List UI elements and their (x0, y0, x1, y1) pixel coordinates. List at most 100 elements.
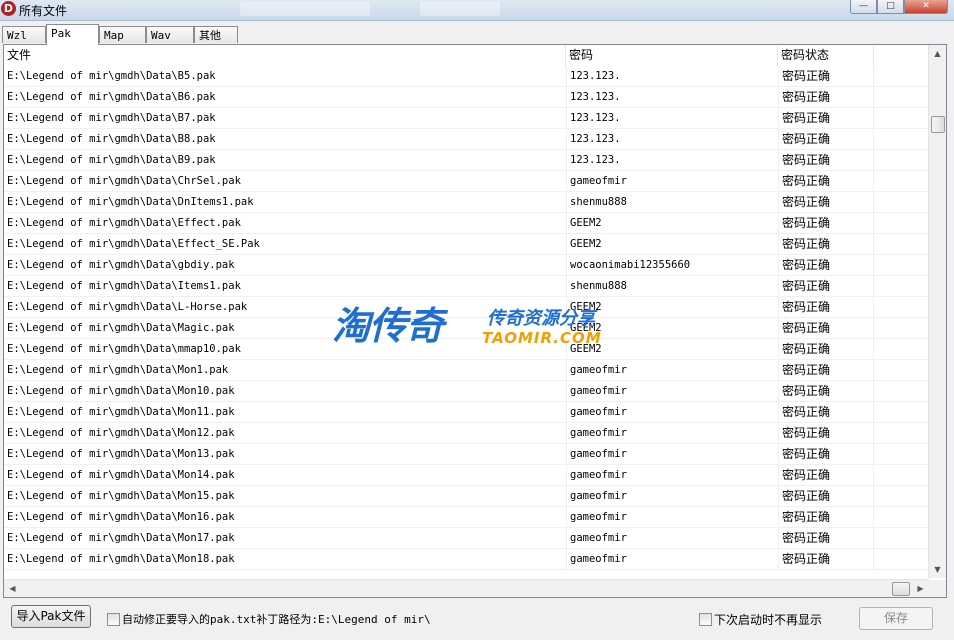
table-row[interactable]: E:\Legend of mir\gmdh\Data\B6.pak 123.123… (4, 87, 929, 108)
scroll-down-icon[interactable]: ▼ (929, 561, 946, 578)
auto-fix-checkbox[interactable] (107, 613, 120, 626)
table-row[interactable]: E:\Legend of mir\gmdh\Data\Mon14.pak game… (4, 465, 929, 486)
no-show-label[interactable]: 下次启动时不再显示 (714, 611, 822, 628)
file-path-cell: E:\Legend of mir\gmdh\Data\gbdiy.pak (7, 259, 235, 271)
file-path-cell: E:\Legend of mir\gmdh\Data\Mon18.pak (7, 553, 235, 565)
footer-bar: 导入Pak文件 自动修正要导入的pak.txt补丁路径为:E:\Legend o… (0, 600, 954, 640)
file-path-cell: E:\Legend of mir\gmdh\Data\Effect_SE.Pak (7, 238, 260, 250)
file-path-cell: E:\Legend of mir\gmdh\Data\B9.pak (7, 154, 216, 166)
password-status-cell: 密码正确 (778, 444, 874, 465)
table-row[interactable]: E:\Legend of mir\gmdh\Data\Effect_SE.Pak… (4, 234, 929, 255)
tab-map[interactable]: Map (99, 26, 146, 43)
password-status-cell: 密码正确 (778, 234, 874, 255)
window-title: 所有文件 (19, 4, 68, 18)
table-row[interactable]: E:\Legend of mir\gmdh\Data\Mon18.pak game… (4, 549, 929, 570)
file-path-cell: E:\Legend of mir\gmdh\Data\Mon14.pak (7, 469, 235, 481)
table-row[interactable]: E:\Legend of mir\gmdh\Data\DnItems1.pak s… (4, 192, 929, 213)
password-cell: 123.123. (566, 87, 778, 108)
title-bar: D 所有文件 — □ ✕ (0, 0, 954, 21)
file-path-cell: E:\Legend of mir\gmdh\Data\Mon12.pak (7, 427, 235, 439)
password-cell: gameofmir (566, 465, 778, 486)
table-row[interactable]: E:\Legend of mir\gmdh\Data\B7.pak 123.123… (4, 108, 929, 129)
save-button[interactable]: 保存 (859, 607, 933, 630)
password-cell: gameofmir (566, 423, 778, 444)
table-row[interactable]: E:\Legend of mir\gmdh\Data\B8.pak 123.123… (4, 129, 929, 150)
password-status-cell: 密码正确 (778, 549, 874, 570)
password-status-cell: 密码正确 (778, 318, 874, 339)
file-path-cell: E:\Legend of mir\gmdh\Data\Mon15.pak (7, 490, 235, 502)
vertical-scrollbar[interactable]: ▲ ▼ (928, 45, 946, 578)
table-row[interactable]: E:\Legend of mir\gmdh\Data\Mon15.pak game… (4, 486, 929, 507)
table-row[interactable]: E:\Legend of mir\gmdh\Data\B5.pak 123.123… (4, 66, 929, 87)
password-status-cell: 密码正确 (778, 297, 874, 318)
file-path-cell: E:\Legend of mir\gmdh\Data\Mon13.pak (7, 448, 235, 460)
file-path-cell: E:\Legend of mir\gmdh\Data\Mon16.pak (7, 511, 235, 523)
vertical-scroll-thumb[interactable] (931, 116, 945, 133)
import-pak-button[interactable]: 导入Pak文件 (11, 605, 91, 628)
password-status-cell: 密码正确 (778, 507, 874, 528)
table-row[interactable]: E:\Legend of mir\gmdh\Data\Mon16.pak game… (4, 507, 929, 528)
password-status-cell: 密码正确 (778, 339, 874, 360)
app-icon: D (1, 1, 16, 16)
table-row[interactable]: E:\Legend of mir\gmdh\Data\Mon13.pak game… (4, 444, 929, 465)
table-row[interactable]: E:\Legend of mir\gmdh\Data\Mon10.pak game… (4, 381, 929, 402)
column-header-file[interactable]: 文件 (4, 45, 566, 66)
table-row[interactable]: E:\Legend of mir\gmdh\Data\mmap10.pak GEE… (4, 339, 929, 360)
table-row[interactable]: E:\Legend of mir\gmdh\Data\Effect.pak GEE… (4, 213, 929, 234)
minimize-icon[interactable]: — (850, 0, 877, 14)
tab-wzl[interactable]: Wzl (2, 26, 46, 43)
table-row[interactable]: E:\Legend of mir\gmdh\Data\gbdiy.pak woca… (4, 255, 929, 276)
scroll-right-icon[interactable]: ▶ (912, 580, 929, 597)
file-list[interactable]: 文件 密码 密码状态 E:\Legend of mir\gmdh\Data\B5… (3, 44, 947, 598)
password-status-cell: 密码正确 (778, 150, 874, 171)
password-status-cell: 密码正确 (778, 66, 874, 87)
file-path-cell: E:\Legend of mir\gmdh\Data\Magic.pak (7, 322, 235, 334)
table-row[interactable]: E:\Legend of mir\gmdh\Data\Mon1.pak gameo… (4, 360, 929, 381)
file-path-cell: E:\Legend of mir\gmdh\Data\Effect.pak (7, 217, 241, 229)
password-status-cell: 密码正确 (778, 213, 874, 234)
table-body: E:\Legend of mir\gmdh\Data\B5.pak 123.123… (4, 66, 929, 578)
password-status-cell: 密码正确 (778, 192, 874, 213)
table-row[interactable]: E:\Legend of mir\gmdh\Data\Mon11.pak game… (4, 402, 929, 423)
maximize-icon[interactable]: □ (877, 0, 904, 14)
password-status-cell: 密码正确 (778, 171, 874, 192)
horizontal-scrollbar[interactable]: ◀ ▶ (4, 579, 929, 597)
scroll-up-icon[interactable]: ▲ (929, 45, 946, 62)
table-row[interactable]: E:\Legend of mir\gmdh\Data\Items1.pak she… (4, 276, 929, 297)
table-row[interactable]: E:\Legend of mir\gmdh\Data\Magic.pak GEEM… (4, 318, 929, 339)
tab-wav[interactable]: Wav (146, 26, 194, 43)
file-path-cell: E:\Legend of mir\gmdh\Data\B8.pak (7, 133, 216, 145)
table-row[interactable]: E:\Legend of mir\gmdh\Data\Mon17.pak game… (4, 528, 929, 549)
column-header-status[interactable]: 密码状态 (778, 45, 874, 66)
horizontal-scroll-thumb[interactable] (892, 582, 910, 596)
password-status-cell: 密码正确 (778, 108, 874, 129)
table-header: 文件 密码 密码状态 (4, 45, 929, 66)
password-status-cell: 密码正确 (778, 276, 874, 297)
scroll-left-icon[interactable]: ◀ (4, 580, 21, 597)
auto-fix-label[interactable]: 自动修正要导入的pak.txt补丁路径为:E:\Legend of mir\ (122, 611, 431, 627)
window-controls: — □ ✕ (850, 0, 948, 14)
table-row[interactable]: E:\Legend of mir\gmdh\Data\ChrSel.pak gam… (4, 171, 929, 192)
password-cell: gameofmir (566, 507, 778, 528)
tab-other[interactable]: 其他 (194, 26, 238, 43)
file-path-cell: E:\Legend of mir\gmdh\Data\ChrSel.pak (7, 175, 241, 187)
password-cell: wocaonimabi12355660 (566, 255, 778, 276)
password-cell: gameofmir (566, 171, 778, 192)
password-cell: gameofmir (566, 528, 778, 549)
tab-pak[interactable]: Pak (46, 24, 99, 45)
file-path-cell: E:\Legend of mir\gmdh\Data\L-Horse.pak (7, 301, 248, 313)
file-path-cell: E:\Legend of mir\gmdh\Data\B6.pak (7, 91, 216, 103)
file-path-cell: E:\Legend of mir\gmdh\Data\Items1.pak (7, 280, 241, 292)
password-status-cell: 密码正确 (778, 381, 874, 402)
table-row[interactable]: E:\Legend of mir\gmdh\Data\L-Horse.pak GE… (4, 297, 929, 318)
close-icon[interactable]: ✕ (904, 0, 948, 14)
table-row[interactable]: E:\Legend of mir\gmdh\Data\B9.pak 123.123… (4, 150, 929, 171)
password-status-cell: 密码正确 (778, 486, 874, 507)
table-row[interactable]: E:\Legend of mir\gmdh\Data\Mon12.pak game… (4, 423, 929, 444)
column-header-password[interactable]: 密码 (566, 45, 778, 66)
no-show-checkbox[interactable] (699, 613, 712, 626)
password-status-cell: 密码正确 (778, 255, 874, 276)
password-cell: 123.123. (566, 108, 778, 129)
password-cell: GEEM2 (566, 318, 778, 339)
password-cell: 123.123. (566, 129, 778, 150)
